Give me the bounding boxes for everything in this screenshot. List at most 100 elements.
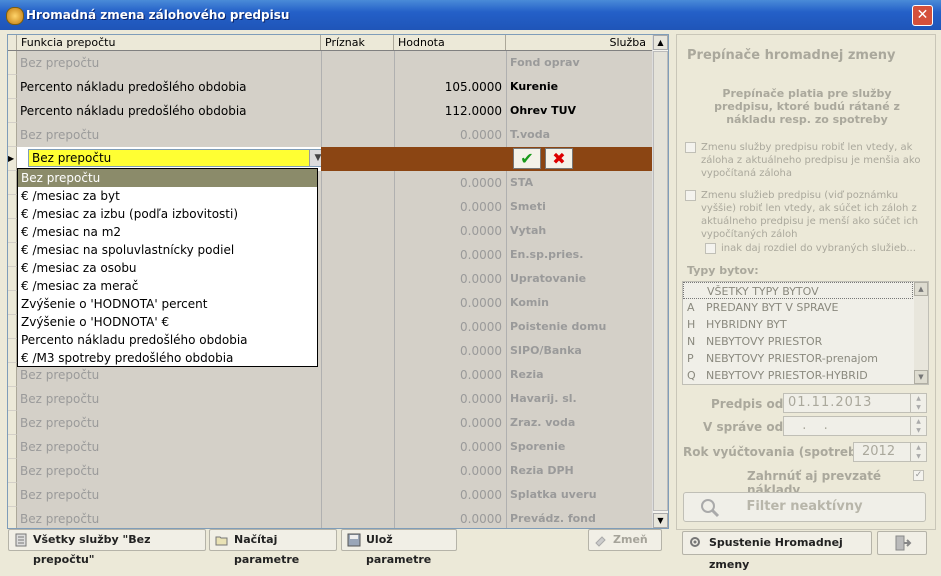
grid-row[interactable]: Bez prepočtu 0.0000 Zraz. voda xyxy=(8,411,653,435)
priznak-cell[interactable] xyxy=(321,219,395,243)
priznak-cell[interactable] xyxy=(321,267,395,291)
dropdown-option[interactable]: € /mesiac na m2 xyxy=(18,223,317,241)
funkcia-cell[interactable]: Bez prepočtu xyxy=(17,507,321,528)
dropdown-option[interactable]: € /mesiac za merač xyxy=(18,277,317,295)
grid-row[interactable]: Bez prepočtu 0.0000 T.voda xyxy=(8,123,653,147)
hodnota-cell[interactable]: 0.0000 xyxy=(394,219,506,243)
grid-row[interactable]: Bez prepočtu Fond oprav xyxy=(8,51,653,75)
rok-spinner[interactable]: ▲ ▼ xyxy=(910,443,926,461)
grid-row[interactable]: Bez prepočtu 0.0000 Prevádz. fond xyxy=(8,507,653,528)
funkcia-cell[interactable]: Bez prepočtu xyxy=(17,435,321,459)
dropdown-option[interactable]: € /mesiac na spoluvlastnícky podiel xyxy=(18,241,317,259)
header-priznak[interactable]: Príznak xyxy=(321,35,394,50)
hodnota-cell[interactable]: 0.0000 xyxy=(394,315,506,339)
grid-row[interactable]: Bez prepočtu 0.0000 Havarij. sl. xyxy=(8,387,653,411)
change-button[interactable]: Zmeň xyxy=(588,529,662,551)
load-params-button[interactable]: Načítaj parametre xyxy=(209,529,337,566)
priznak-cell[interactable] xyxy=(321,291,395,315)
funkcia-cell[interactable]: Bez prepočtu xyxy=(17,411,321,435)
types-scroll-up[interactable]: ▲ xyxy=(914,282,928,296)
hodnota-cell[interactable]: 0.0000 xyxy=(394,195,506,219)
only-if-smaller-checkbox[interactable] xyxy=(685,142,696,153)
hodnota-cell[interactable]: 0.0000 xyxy=(394,483,506,507)
priznak-cell[interactable] xyxy=(321,123,395,147)
dropdown-option[interactable]: € /M3 spotreby predošlého obdobia xyxy=(18,349,317,367)
hodnota-cell[interactable]: 105.0000 xyxy=(394,75,506,99)
hodnota-cell[interactable]: 112.0000 xyxy=(394,99,506,123)
hodnota-cell[interactable]: 0.0000 xyxy=(394,171,506,195)
hodnota-cell[interactable]: 0.0000 xyxy=(394,387,506,411)
hodnota-cell[interactable]: 0.0000 xyxy=(394,507,506,528)
hodnota-cell[interactable]: 0.0000 xyxy=(394,243,506,267)
chevron-down-icon[interactable]: ▼ xyxy=(309,150,321,166)
priznak-cell[interactable] xyxy=(321,435,395,459)
filter-button[interactable]: Filter neaktívny xyxy=(683,492,926,522)
dropdown-option[interactable]: € /mesiac za osobu xyxy=(18,259,317,277)
type-item[interactable]: A PREDANY BYT V SPRAVE xyxy=(683,299,913,316)
hodnota-cell[interactable]: 0.0000 xyxy=(394,435,506,459)
funkcia-cell[interactable]: Bez prepočtu xyxy=(17,483,321,507)
grid-row[interactable]: Bez prepočtu 0.0000 Sporenie xyxy=(8,435,653,459)
header-sluzba[interactable]: Služba xyxy=(506,35,653,50)
types-list[interactable]: Q NEBYTOVY PRIESTOR-HYBRID P NEBYTOVY PRIES… xyxy=(682,281,929,385)
header-funkcia[interactable]: Funkcia prepočtu xyxy=(17,35,321,50)
priznak-cell[interactable] xyxy=(321,51,395,75)
types-scroll-down[interactable]: ▼ xyxy=(914,370,928,384)
grid-row[interactable]: Percento nákladu predošlého obdobia 105.0… xyxy=(8,75,653,99)
grid-row[interactable]: Bez prepočtu 0.0000 Splatka uveru xyxy=(8,483,653,507)
predpis-od-spinner[interactable]: ▲ ▼ xyxy=(910,394,926,412)
close-button[interactable]: ✕ xyxy=(912,5,933,26)
priznak-cell[interactable] xyxy=(321,75,395,99)
funkcia-cell[interactable]: Bez prepočtu xyxy=(17,459,321,483)
type-item[interactable]: P NEBYTOVY PRIESTOR-prenajom xyxy=(683,350,913,367)
priznak-cell[interactable] xyxy=(321,195,395,219)
priznak-cell[interactable] xyxy=(321,339,395,363)
hodnota-cell[interactable] xyxy=(394,51,506,75)
hodnota-cell[interactable]: 0.0000 xyxy=(394,123,506,147)
funkcia-cell[interactable]: Bez prepočtu xyxy=(17,123,321,147)
funkcia-dropdown-list[interactable]: Bez prepočtu € /mesiac za byt € /mesiac za… xyxy=(17,168,318,367)
priznak-cell[interactable] xyxy=(321,387,395,411)
save-params-button[interactable]: Ulož parametre xyxy=(341,529,457,566)
zahrnut-checkbox[interactable]: ✓ xyxy=(913,470,924,481)
funkcia-cell[interactable]: Percento nákladu predošlého obdobia xyxy=(17,75,321,99)
predpis-od-field[interactable]: 01.11.2013 ▲ ▼ xyxy=(783,393,927,413)
v-sprave-od-spinner[interactable]: ▲ ▼ xyxy=(910,417,926,435)
priznak-cell[interactable] xyxy=(321,459,395,483)
hodnota-cell[interactable]: 0.0000 xyxy=(394,459,506,483)
hodnota-cell[interactable]: 0.0000 xyxy=(394,411,506,435)
hodnota-cell[interactable]: 0.0000 xyxy=(394,363,506,387)
dropdown-option[interactable]: Percento nákladu predošlého obdobia xyxy=(18,331,317,349)
type-item[interactable]: VŠETKY TYPY BYTOV xyxy=(683,282,913,299)
hodnota-cell[interactable]: 0.0000 xyxy=(394,291,506,315)
type-item[interactable]: H HYBRIDNY BYT xyxy=(683,316,913,333)
dropdown-option[interactable]: € /mesiac za byt xyxy=(18,187,317,205)
priznak-cell[interactable] xyxy=(321,363,395,387)
rok-field[interactable]: 2012 ▲ ▼ xyxy=(853,442,927,462)
header-hodnota[interactable]: Hodnota xyxy=(394,35,506,50)
priznak-cell[interactable] xyxy=(321,507,395,528)
priznak-cell[interactable] xyxy=(321,483,395,507)
funkcia-combobox[interactable]: Bez prepočtu ▼ xyxy=(28,149,321,167)
priznak-cell[interactable] xyxy=(321,411,395,435)
dropdown-option[interactable]: Zvýšenie o 'HODNOTA' percent xyxy=(18,295,317,313)
funkcia-cell[interactable]: Percento nákladu predošlého obdobia xyxy=(17,99,321,123)
types-scrollbar[interactable]: ▲ ▼ xyxy=(914,282,928,384)
scroll-down-button[interactable]: ▼ xyxy=(653,513,668,528)
priznak-cell[interactable] xyxy=(321,243,395,267)
type-item[interactable]: Q NEBYTOVY PRIESTOR-HYBRID xyxy=(683,367,913,384)
confirm-button[interactable]: ✔ xyxy=(513,148,541,169)
exit-button[interactable] xyxy=(877,531,927,555)
priznak-cell[interactable] xyxy=(321,99,395,123)
spustenie-button[interactable]: Spustenie Hromadnej zmeny xyxy=(682,531,872,571)
v-sprave-od-field[interactable]: . . ▲ ▼ xyxy=(783,416,927,436)
cancel-button[interactable]: ✖ xyxy=(545,148,573,169)
only-if-sum-smaller-checkbox[interactable] xyxy=(685,190,696,201)
scroll-thumb[interactable] xyxy=(653,51,668,511)
grid-row[interactable]: Percento nákladu predošlého obdobia 112.0… xyxy=(8,99,653,123)
dropdown-option[interactable]: Zvýšenie o 'HODNOTA' € xyxy=(18,313,317,331)
priznak-cell[interactable] xyxy=(321,171,395,195)
hodnota-cell[interactable]: 0.0000 xyxy=(394,267,506,291)
grid-row[interactable]: Bez prepočtu 0.0000 Rezia DPH xyxy=(8,459,653,483)
funkcia-cell[interactable]: Bez prepočtu xyxy=(17,51,321,75)
